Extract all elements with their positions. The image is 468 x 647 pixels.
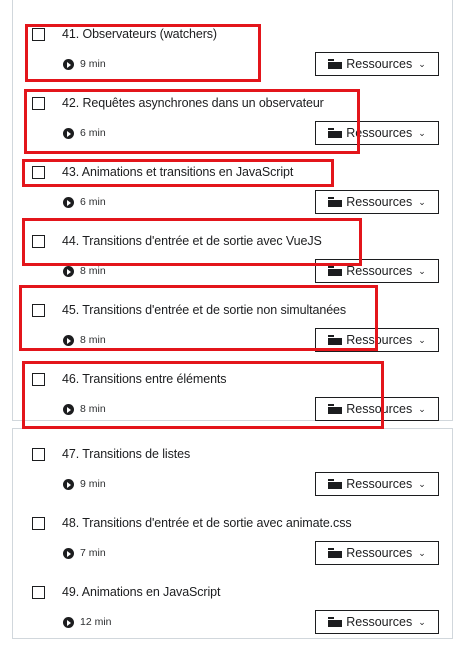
list-item[interactable]: 42. Requêtes asynchrones dans un observa… (12, 69, 453, 145)
lecture-duration: 8 min (80, 403, 106, 415)
list-item[interactable]: 44. Transitions d'entrée et de sortie av… (12, 207, 453, 283)
complete-checkbox[interactable] (32, 586, 45, 599)
lecture-title[interactable]: 48. Transitions d'entrée et de sortie av… (62, 516, 352, 530)
complete-checkbox[interactable] (32, 448, 45, 461)
lecture-title[interactable]: 44. Transitions d'entrée et de sortie av… (62, 234, 322, 248)
folder-icon (328, 128, 343, 138)
lecture-title[interactable]: 49. Animations en JavaScript (62, 585, 221, 599)
lecture-title[interactable]: 47. Transitions de listes (62, 447, 190, 461)
list-item[interactable]: 47. Transitions de listes 9 min Ressourc… (12, 420, 453, 496)
folder-icon (328, 335, 343, 345)
resources-button[interactable]: Ressources ⌄ (315, 397, 439, 421)
chevron-down-icon: ⌄ (418, 58, 426, 69)
complete-checkbox[interactable] (32, 304, 45, 317)
lecture-duration: 12 min (80, 616, 112, 628)
folder-icon (328, 617, 343, 627)
resources-button[interactable]: Ressources ⌄ (315, 610, 439, 634)
chevron-down-icon: ⌄ (418, 127, 426, 138)
complete-checkbox[interactable] (32, 166, 45, 179)
lecture-title[interactable]: 43. Animations et transitions en JavaScr… (62, 165, 293, 179)
list-item[interactable]: 49. Animations en JavaScript 12 min Ress… (12, 558, 453, 634)
complete-checkbox[interactable] (32, 373, 45, 386)
folder-icon (328, 479, 343, 489)
list-item[interactable]: 45. Transitions d'entrée et de sortie no… (12, 276, 453, 352)
play-circle-icon (63, 404, 74, 415)
complete-checkbox[interactable] (32, 517, 45, 530)
chevron-down-icon: ⌄ (418, 334, 426, 345)
resources-button-label: Ressources (346, 402, 413, 416)
list-item[interactable]: 46. Transitions entre éléments 8 min Res… (12, 345, 453, 421)
folder-icon (328, 59, 343, 69)
lecture-title[interactable]: 46. Transitions entre éléments (62, 372, 227, 386)
lecture-title[interactable]: 41. Observateurs (watchers) (62, 27, 217, 41)
chevron-down-icon: ⌄ (418, 403, 426, 414)
folder-icon (328, 548, 343, 558)
chevron-down-icon: ⌄ (418, 478, 426, 489)
complete-checkbox[interactable] (32, 28, 45, 41)
folder-icon (328, 404, 343, 414)
resources-button-label: Ressources (346, 615, 413, 629)
folder-icon (328, 266, 343, 276)
chevron-down-icon: ⌄ (418, 616, 426, 627)
list-item[interactable]: 41. Observateurs (watchers) 9 min Ressou… (12, 0, 453, 76)
chevron-down-icon: ⌄ (418, 196, 426, 207)
lecture-title[interactable]: 42. Requêtes asynchrones dans un observa… (62, 96, 324, 110)
complete-checkbox[interactable] (32, 235, 45, 248)
chevron-down-icon: ⌄ (418, 265, 426, 276)
list-item[interactable]: 48. Transitions d'entrée et de sortie av… (12, 489, 453, 565)
play-circle-icon (63, 617, 74, 628)
lecture-title[interactable]: 45. Transitions d'entrée et de sortie no… (62, 303, 346, 317)
chevron-down-icon: ⌄ (418, 547, 426, 558)
folder-icon (328, 197, 343, 207)
complete-checkbox[interactable] (32, 97, 45, 110)
list-item[interactable]: 43. Animations et transitions en JavaScr… (12, 138, 453, 214)
